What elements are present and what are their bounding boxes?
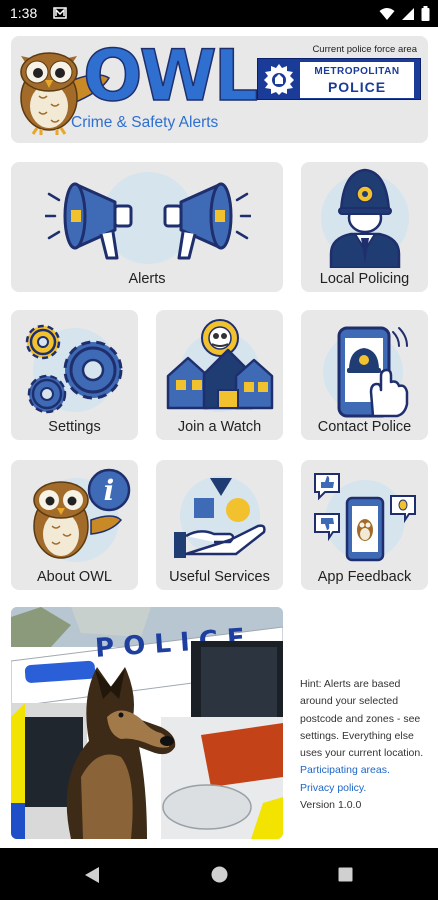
wifi-icon	[379, 7, 395, 20]
battery-icon	[421, 6, 430, 21]
join-watch-tile[interactable]: Join a Watch	[156, 310, 283, 440]
about-owl-tile[interactable]: i About OWL	[11, 460, 138, 590]
useful-services-label: Useful Services	[169, 569, 270, 585]
services-hand-icon	[174, 476, 266, 558]
recents-icon[interactable]	[338, 867, 353, 882]
svg-text:i: i	[104, 474, 115, 507]
signal-icon	[402, 7, 414, 20]
notification-icon	[53, 7, 67, 19]
status-bar: 1:38	[0, 0, 438, 27]
feedback-icon	[314, 473, 416, 562]
gears-icon	[25, 324, 123, 414]
status-time: 1:38	[10, 5, 38, 21]
app-feedback-label: App Feedback	[317, 569, 412, 585]
participating-areas-link[interactable]: Participating areas.	[300, 762, 432, 779]
force-name-line2: POLICE	[327, 79, 387, 95]
alerts-label: Alerts	[128, 271, 166, 287]
local-policing-label: Local Policing	[319, 271, 410, 287]
app-feedback-tile[interactable]: App Feedback	[301, 460, 428, 590]
police-car-dog-illustration: POLICE	[11, 607, 283, 839]
hint-text: Hint: Alerts are based around your selec…	[300, 678, 424, 760]
navigation-bar	[0, 848, 438, 900]
app-name: OWL	[82, 35, 259, 117]
settings-tile[interactable]: Settings	[11, 310, 138, 440]
home-icon[interactable]	[211, 866, 228, 883]
app-tagline: Crime & Safety Alerts	[71, 114, 219, 131]
police-officer-icon	[321, 168, 409, 268]
hint-panel: Hint: Alerts are based around your selec…	[300, 676, 432, 814]
alerts-tile[interactable]: Alerts	[11, 162, 283, 292]
privacy-policy-link[interactable]: Privacy policy.	[300, 780, 432, 797]
force-badge[interactable]: METROPOLITAN POLICE	[257, 58, 421, 100]
join-watch-label: Join a Watch	[177, 419, 262, 435]
force-area-label: Current police force area	[312, 44, 417, 55]
police-dog-photo: POLICE	[11, 607, 283, 839]
police-crest-icon	[264, 64, 294, 95]
owl-info-icon: i	[33, 468, 131, 562]
version-text: Version 1.0.0	[300, 799, 362, 812]
contact-police-label: Contact Police	[317, 419, 412, 435]
useful-services-tile[interactable]: Useful Services	[156, 460, 283, 590]
local-policing-tile[interactable]: Local Policing	[301, 162, 428, 292]
phone-tap-icon	[323, 326, 409, 418]
force-name: METROPOLITAN POLICE	[300, 62, 414, 98]
force-name-line1: METROPOLITAN	[314, 66, 400, 77]
contact-police-tile[interactable]: Contact Police	[301, 310, 428, 440]
back-icon[interactable]	[84, 866, 100, 884]
about-owl-label: About OWL	[37, 569, 112, 585]
settings-label: Settings	[48, 419, 101, 435]
neighbourhood-watch-icon	[166, 319, 274, 412]
megaphone-icon	[45, 172, 251, 264]
app-header: OWL Crime & Safety Alerts Current police…	[11, 36, 428, 143]
